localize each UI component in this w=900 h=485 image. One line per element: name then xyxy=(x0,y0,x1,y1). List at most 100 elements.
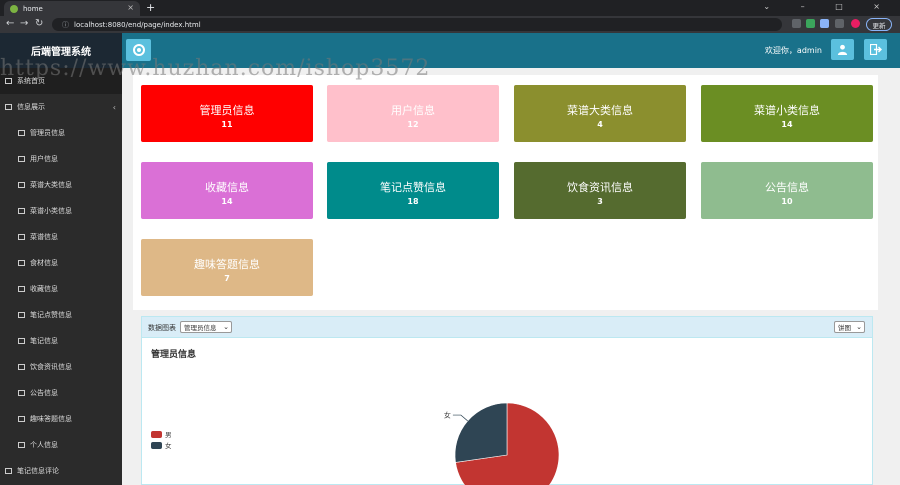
stat-card[interactable]: 管理员信息 11 xyxy=(141,85,313,142)
stat-card-title: 公告信息 xyxy=(765,181,809,194)
table-icon xyxy=(18,130,25,136)
stat-card[interactable]: 饮食资讯信息 3 xyxy=(514,162,686,219)
profile-button[interactable] xyxy=(831,39,854,60)
sidebar-item-label: 个人信息 xyxy=(30,441,58,449)
sidebar-item[interactable]: 笔记信息 xyxy=(0,328,122,354)
chevron-down-icon: ⌄ xyxy=(223,323,229,331)
table-icon xyxy=(18,364,25,370)
chart-panel-header: 数据图表 管理员信息 ⌄ 饼图 ⌄ xyxy=(142,317,872,338)
tab-close-icon[interactable]: × xyxy=(127,3,134,12)
vue-devtools-icon[interactable] xyxy=(806,19,815,28)
stat-card-count: 18 xyxy=(407,197,419,206)
sidebar-item-label: 菜谱小类信息 xyxy=(30,207,72,215)
dashboard-icon xyxy=(132,44,145,56)
sidebar-item[interactable]: 笔记点赞信息 xyxy=(0,302,122,328)
stat-card-count: 7 xyxy=(224,274,230,283)
forward-arrow-icon[interactable]: → xyxy=(20,18,28,29)
stat-card[interactable]: 笔记点赞信息 18 xyxy=(327,162,499,219)
welcome-text: 欢迎你，admin xyxy=(764,46,822,55)
sitemap-icon xyxy=(5,104,12,110)
chevron-down-icon: ⌄ xyxy=(856,323,862,331)
stat-card-count: 11 xyxy=(221,120,233,129)
table-icon xyxy=(18,286,25,292)
favicon-icon xyxy=(10,4,18,13)
stat-card-title: 菜谱大类信息 xyxy=(567,104,633,117)
sidebar-item-label: 饮食资讯信息 xyxy=(30,363,72,371)
chart-panel-label: 数据图表 xyxy=(148,324,176,332)
sidebar-item[interactable]: 菜谱大类信息 xyxy=(0,172,122,198)
sidebar-item[interactable]: 个人信息 xyxy=(0,432,122,458)
new-tab-button[interactable]: + xyxy=(146,1,155,14)
sidebar-item-label: 菜谱信息 xyxy=(30,233,58,241)
table-icon xyxy=(18,234,25,240)
pie-chart: 男女 xyxy=(444,402,560,485)
sidebar-item[interactable]: 饮食资讯信息 xyxy=(0,354,122,380)
side-panel-icon[interactable] xyxy=(835,19,844,28)
browser-tab[interactable]: home × xyxy=(4,1,140,16)
table-icon xyxy=(18,260,25,266)
extensions-puzzle-icon[interactable] xyxy=(820,19,829,28)
stat-card[interactable]: 用户信息 12 xyxy=(327,85,499,142)
stat-card-title: 收藏信息 xyxy=(205,181,249,194)
pie-slice-label: 女 xyxy=(444,411,451,420)
sidebar: 系统首页 信息展示 ‹ 管理员信息 用户信息 菜谱大类信息 菜谱小类信息 菜谱信息 食材信息 收藏… xyxy=(0,68,122,485)
sidebar-item-label: 用户信息 xyxy=(30,155,58,163)
address-bar[interactable]: ⓘ localhost:8080/end/page/index.html xyxy=(52,18,782,31)
stat-card-title: 管理员信息 xyxy=(199,104,255,117)
stat-card-title: 用户信息 xyxy=(391,104,435,117)
logout-button[interactable] xyxy=(864,39,887,60)
chart-type-select[interactable]: 饼图 ⌄ xyxy=(834,321,865,333)
sidebar-item[interactable]: 食材信息 xyxy=(0,250,122,276)
stat-card-title: 饮食资讯信息 xyxy=(567,181,633,194)
sidebar-item[interactable]: 菜谱信息 xyxy=(0,224,122,250)
browser-update-button[interactable]: 更新 xyxy=(866,18,892,31)
reload-icon[interactable]: ↻ xyxy=(35,18,43,29)
stat-card[interactable]: 公告信息 10 xyxy=(701,162,873,219)
sidebar-item[interactable]: 公告信息 xyxy=(0,380,122,406)
stat-card[interactable]: 菜谱小类信息 14 xyxy=(701,85,873,142)
stat-card[interactable]: 收藏信息 14 xyxy=(141,162,313,219)
file-icon xyxy=(5,468,12,474)
table-icon xyxy=(18,312,25,318)
pie-slice[interactable] xyxy=(454,402,508,463)
stat-card[interactable]: 菜谱大类信息 4 xyxy=(514,85,686,142)
chart-type-value: 饼图 xyxy=(838,324,851,332)
sidebar-item-label: 食材信息 xyxy=(30,259,58,267)
pie-label-line xyxy=(452,414,468,422)
stat-card-count: 12 xyxy=(407,120,419,129)
sidebar-item[interactable]: 收藏信息 xyxy=(0,276,122,302)
sidebar-item-label: 笔记信息评论 xyxy=(17,467,59,475)
back-arrow-icon[interactable]: ← xyxy=(6,18,14,29)
sidebar-item-label: 笔记点赞信息 xyxy=(30,311,72,319)
sidebar-item-label: 管理员信息 xyxy=(30,129,65,137)
stat-card[interactable]: 趣味答题信息 7 xyxy=(141,239,313,296)
sidebar-item[interactable]: 笔记信息评论 xyxy=(0,458,122,484)
table-icon xyxy=(18,182,25,188)
table-icon xyxy=(18,338,25,344)
sidebar-item[interactable]: 菜谱小类信息 xyxy=(0,198,122,224)
user-icon xyxy=(18,442,25,448)
table-icon xyxy=(18,390,25,396)
sidebar-item[interactable]: 用户信息 xyxy=(0,146,122,172)
browser-toolbar: ← → ↻ ⓘ localhost:8080/end/page/index.ht… xyxy=(0,16,900,33)
sidebar-item[interactable]: 趣味答题信息 xyxy=(0,406,122,432)
user-icon xyxy=(837,44,848,55)
sidebar-item-label: 笔记信息 xyxy=(30,337,58,345)
browser-tab-strip: home × + ⌄ – □ × xyxy=(0,0,900,16)
data-source-value: 管理员信息 xyxy=(184,324,217,332)
stat-card-count: 10 xyxy=(781,197,793,206)
site-info-icon[interactable]: ⓘ xyxy=(62,20,69,30)
profile-avatar-icon[interactable] xyxy=(851,19,860,28)
sidebar-item-label: 收藏信息 xyxy=(30,285,58,293)
table-icon xyxy=(18,156,25,162)
extension-icon[interactable] xyxy=(792,19,801,28)
sidebar-item[interactable]: 管理员信息 xyxy=(0,120,122,146)
sidebar-item-label: 趣味答题信息 xyxy=(30,415,72,423)
chevron-left-icon: ‹ xyxy=(112,102,116,112)
stat-card-title: 笔记点赞信息 xyxy=(380,181,446,194)
window-controls[interactable]: ⌄ – □ × xyxy=(763,2,894,11)
data-source-select[interactable]: 管理员信息 ⌄ xyxy=(180,321,232,333)
tab-title: home xyxy=(23,4,43,13)
sidebar-item[interactable]: 信息展示 ‹ xyxy=(0,94,122,120)
stat-card-count: 14 xyxy=(221,197,233,206)
